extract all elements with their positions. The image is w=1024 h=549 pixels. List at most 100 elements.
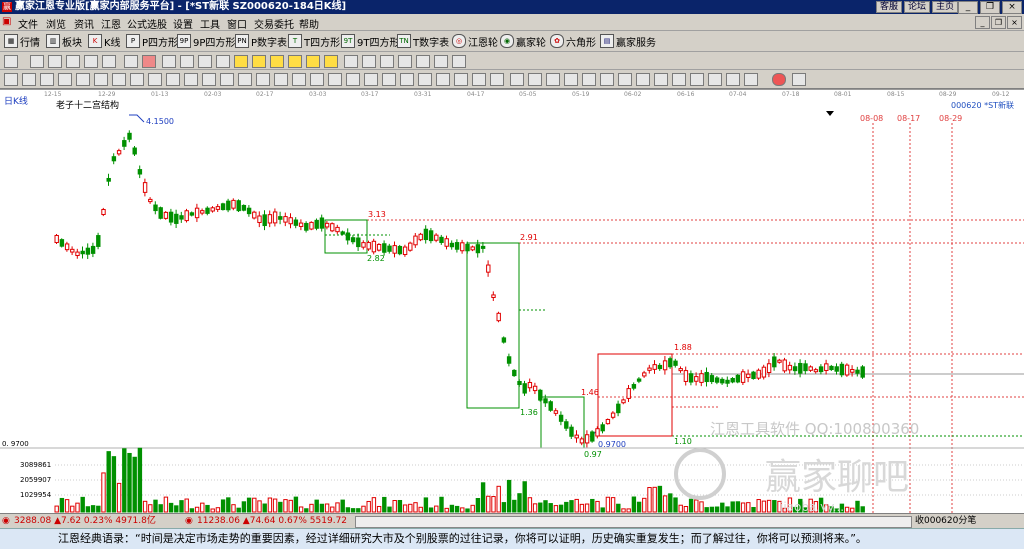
cursor-icon[interactable] [124, 55, 138, 68]
bars-28-icon[interactable] [490, 73, 504, 86]
tool-quote[interactable]: ▦ 行情 [4, 34, 40, 49]
bars-18-icon[interactable] [310, 73, 324, 86]
bars-20-icon[interactable] [346, 73, 360, 86]
chart-12-icon[interactable] [744, 73, 758, 86]
diamond-6-icon[interactable] [324, 55, 338, 68]
bars-19-icon[interactable] [328, 73, 342, 86]
chart-10-icon[interactable] [708, 73, 722, 86]
menu-tools[interactable]: 工具 [200, 16, 220, 31]
tool-p-square[interactable]: P P四方形 [126, 34, 178, 49]
bars-26-icon[interactable] [454, 73, 468, 86]
tool-gann-wheel[interactable]: ◎ 江恩轮 [452, 34, 498, 49]
fan-icon[interactable] [380, 55, 394, 68]
chart-5-icon[interactable] [618, 73, 632, 86]
stats-icon[interactable] [546, 73, 560, 86]
table-icon[interactable] [510, 73, 524, 86]
menu-formula[interactable]: 公式选股 [127, 16, 167, 31]
bars-23-icon[interactable] [400, 73, 414, 86]
diamond-2-icon[interactable] [252, 55, 266, 68]
tool-hexagon[interactable]: ✿ 六角形 [550, 34, 596, 49]
tool-kline[interactable]: K K线 [88, 34, 121, 49]
prev-icon[interactable] [180, 55, 194, 68]
bars-5-icon[interactable] [76, 73, 90, 86]
next-icon[interactable] [198, 55, 212, 68]
tool-t-square[interactable]: T T四方形 [288, 34, 340, 49]
link-home[interactable]: 主页 [931, 1, 958, 13]
menu-window[interactable]: 窗口 [227, 16, 247, 31]
mdi-restore-icon[interactable]: ❐ [991, 16, 1006, 29]
bars-17-icon[interactable] [292, 73, 306, 86]
kline-chart[interactable]: 12-15 12-29 01-13 02-03 02-17 03-03 03-1… [0, 89, 1024, 514]
box-icon[interactable] [398, 55, 412, 68]
bars-24-icon[interactable] [418, 73, 432, 86]
last-icon[interactable] [216, 55, 230, 68]
menu-settings[interactable]: 设置 [173, 16, 193, 31]
restore-icon[interactable]: ❐ [980, 1, 1000, 14]
link-forum[interactable]: 论坛 [903, 1, 930, 13]
bars-8-icon[interactable] [130, 73, 144, 86]
menu-info[interactable]: 资讯 [74, 16, 94, 31]
chart-11-icon[interactable] [726, 73, 740, 86]
bars-25-icon[interactable] [436, 73, 450, 86]
chart-9-icon[interactable] [690, 73, 704, 86]
tool-9p-square[interactable]: 9P 9P四方形 [177, 34, 235, 49]
horizontal-scrollbar[interactable] [355, 516, 912, 528]
first-icon[interactable] [162, 55, 176, 68]
hand-icon[interactable] [344, 55, 358, 68]
chart-4-icon[interactable] [600, 73, 614, 86]
bars-7-icon[interactable] [112, 73, 126, 86]
diamond-5-icon[interactable] [306, 55, 320, 68]
bars-2-icon[interactable] [22, 73, 36, 86]
bars-10-icon[interactable] [166, 73, 180, 86]
menu-browse[interactable]: 浏览 [46, 16, 66, 31]
chart-7-icon[interactable] [654, 73, 668, 86]
cross-icon[interactable] [362, 55, 376, 68]
chart-6-icon[interactable] [636, 73, 650, 86]
menu-trade[interactable]: 交易委托 [254, 16, 294, 31]
bars-22-icon[interactable] [382, 73, 396, 86]
bars-1-icon[interactable] [4, 73, 18, 86]
diamond-1-icon[interactable] [234, 55, 248, 68]
eraser-icon[interactable] [452, 55, 466, 68]
infinity-icon[interactable] [792, 73, 806, 86]
chart-8-icon[interactable] [672, 73, 686, 86]
chart-2-icon[interactable] [564, 73, 578, 86]
bars-12-icon[interactable] [202, 73, 216, 86]
bars-11-icon[interactable] [184, 73, 198, 86]
down-arrow-icon[interactable] [102, 55, 116, 68]
tool-service[interactable]: ▤ 赢家服务 [600, 34, 656, 49]
line-icon[interactable] [84, 55, 98, 68]
menu-help[interactable]: 帮助 [299, 16, 319, 31]
text-icon[interactable] [434, 55, 448, 68]
tool-winner-wheel[interactable]: ◉ 赢家轮 [500, 34, 546, 49]
bars-16-icon[interactable] [274, 73, 288, 86]
percent-icon[interactable] [528, 73, 542, 86]
grid-icon[interactable] [48, 55, 62, 68]
diamond-4-icon[interactable] [288, 55, 302, 68]
bars-3-icon[interactable] [40, 73, 54, 86]
tool-9t-square[interactable]: 9T 9T四方形 [341, 34, 399, 49]
bars-27-icon[interactable] [472, 73, 486, 86]
menu-gann[interactable]: 江恩 [101, 16, 121, 31]
bars-13-icon[interactable] [220, 73, 234, 86]
minimize-icon[interactable]: _ [958, 1, 978, 14]
bars-4-icon[interactable] [58, 73, 72, 86]
diamond-3-icon[interactable] [270, 55, 284, 68]
dropdown-arrow-icon[interactable] [826, 111, 834, 116]
flag-icon[interactable] [142, 55, 156, 68]
layout-icon[interactable] [4, 55, 18, 68]
bars-9-icon[interactable] [148, 73, 162, 86]
tool-sector[interactable]: ▥ 板块 [46, 34, 82, 49]
mdi-minimize-icon[interactable]: _ [975, 16, 990, 29]
tick-data-label[interactable]: 收000620分笔 [915, 514, 976, 528]
close-icon[interactable]: × [1002, 1, 1022, 14]
mdi-close-icon[interactable]: × [1007, 16, 1022, 29]
tool-p-table[interactable]: PN P数字表 [235, 34, 287, 49]
arc-icon[interactable] [416, 55, 430, 68]
bars-21-icon[interactable] [364, 73, 378, 86]
bars-15-icon[interactable] [256, 73, 270, 86]
menu-file[interactable]: 文件 [18, 16, 38, 31]
bars-6-icon[interactable] [94, 73, 108, 86]
tool-t-table[interactable]: TN T数字表 [397, 34, 449, 49]
link-kefu[interactable]: 客服 [875, 1, 902, 13]
